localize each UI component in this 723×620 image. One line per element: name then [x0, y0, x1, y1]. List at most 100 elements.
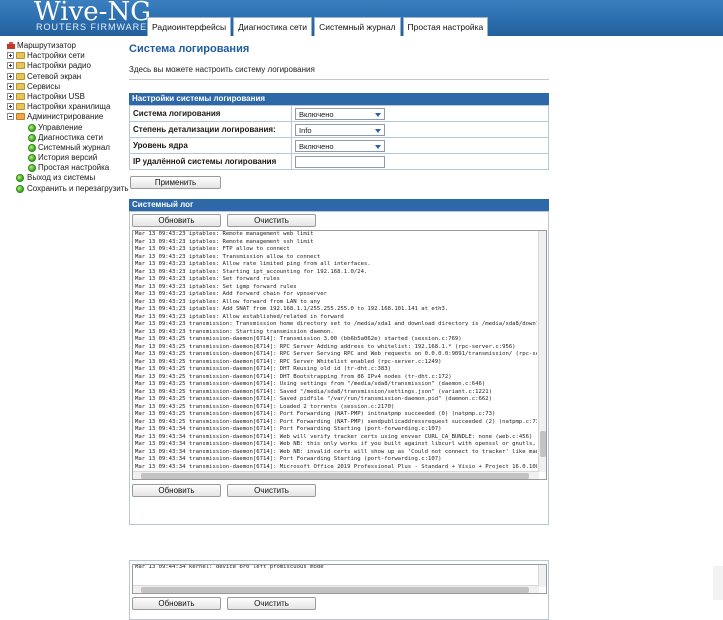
- syslog-textarea[interactable]: Mar 13 09:43:23 iptables: Remote managem…: [132, 230, 547, 480]
- scrollbar-thumb[interactable]: [141, 587, 529, 593]
- sidebar-item-label: Настройки USB: [27, 91, 85, 101]
- page-icon: [28, 123, 36, 132]
- logging-system-select[interactable]: Включено: [295, 107, 385, 120]
- top-tabs: Радиоинтерфейсы Диагностика сети Системн…: [147, 17, 489, 36]
- sidebar-item-label: Диагностика сети: [38, 132, 103, 142]
- log-lines: Mar 13 09:44:34 kernel: device br0 left …: [135, 564, 537, 574]
- sidebar-item-version-history[interactable]: История версий: [4, 153, 124, 163]
- sidebar-item-save-reboot[interactable]: Сохранить и перезагрузить: [4, 184, 129, 194]
- table-row: Степень детализации логирования: Info: [129, 121, 549, 138]
- log-line: Mar 13 09:43:23 iptables: Allow forward …: [135, 298, 321, 305]
- log-line: Mar 13 09:43:34 transmission-daemon[6714…: [135, 426, 442, 432]
- page-icon: [16, 174, 24, 183]
- log-line: Mar 13 09:43:23 iptables: Allow rate lim…: [135, 261, 371, 267]
- syslog-frame-duplicate: Mar 13 09:44:34 kernel: device br0 left …: [129, 560, 549, 620]
- clear-button-duplicate[interactable]: Очистить: [227, 597, 316, 610]
- table-row: IP удалённой системы логирования: [129, 153, 549, 170]
- sidebar-item-radio-settings[interactable]: Настройки радио: [4, 61, 124, 71]
- sidebar-item-network-diagnostics[interactable]: Диагностика сети: [4, 133, 124, 143]
- log-line: Mar 13 09:43:23 iptables: Remote managem…: [135, 238, 314, 245]
- log-line: Mar 13 09:43:23 iptables: Add SNAT from …: [135, 306, 449, 312]
- dropdown-arrow-icon: [375, 128, 381, 133]
- sidebar-item-storage-settings[interactable]: Настройки хранилища: [4, 102, 124, 112]
- setting-label: IP удалённой системы логирования: [129, 153, 292, 170]
- sidebar-item-label: Настройки сети: [27, 51, 85, 61]
- horizontal-scrollbar[interactable]: [133, 471, 539, 479]
- sidebar-item-simple-setup[interactable]: Простая настройка: [4, 163, 124, 173]
- dropdown-arrow-icon: [375, 144, 381, 149]
- log-detail-level-select[interactable]: Info: [295, 123, 385, 136]
- sidebar-item-usb-settings[interactable]: Настройки USB: [4, 92, 124, 102]
- refresh-button[interactable]: Обновить: [132, 214, 221, 227]
- page-scrollbar[interactable]: [713, 566, 723, 600]
- apply-button[interactable]: Применить: [130, 176, 221, 189]
- collapse-icon[interactable]: [7, 113, 14, 121]
- expand-icon[interactable]: [7, 52, 14, 60]
- tab-simple-setup[interactable]: Простая настройка: [402, 17, 489, 36]
- clear-button[interactable]: Очистить: [227, 214, 316, 227]
- dropdown-arrow-icon: [375, 112, 381, 117]
- header-bar: Wive-NG ROUTERS FIRMWARE Радиоинтерфейсы…: [0, 0, 723, 36]
- router-icon: [7, 42, 15, 49]
- refresh-button-duplicate[interactable]: Обновить: [132, 597, 221, 610]
- log-line: Mar 13 09:43:34 transmission-daemon[6714…: [135, 433, 533, 440]
- sidebar-item-system-log[interactable]: Системный журнал: [4, 143, 124, 153]
- horizontal-scrollbar[interactable]: [133, 585, 539, 593]
- sidebar-item-label: Управление: [38, 122, 83, 132]
- folder-icon: [16, 92, 25, 100]
- tab-network-diagnostics[interactable]: Диагностика сети: [233, 17, 313, 36]
- log-line: Mar 13 09:43:34 transmission-daemon[6714…: [135, 463, 537, 470]
- setting-label: Система логирования: [129, 105, 292, 122]
- log-line: Mar 13 09:44:34 kernel: device br0 left …: [135, 564, 324, 570]
- sidebar-item-services[interactable]: Сервисы: [4, 82, 124, 92]
- sidebar-item-label: Системный журнал: [38, 142, 110, 152]
- log-line: Mar 13 09:43:25 transmission-daemon[6714…: [135, 343, 516, 350]
- sidebar-item-label: История версий: [38, 153, 98, 163]
- syslog-frame: Обновить Очистить Mar 13 09:43:23 iptabl…: [129, 211, 549, 525]
- log-line: Mar 13 09:43:25 transmission-daemon[6714…: [135, 373, 452, 380]
- log-line: Mar 13 09:43:34 transmission-daemon[6714…: [135, 448, 537, 455]
- vertical-scrollbar[interactable]: [538, 565, 546, 587]
- remote-log-ip-input[interactable]: [295, 155, 385, 168]
- expand-icon[interactable]: [7, 62, 14, 70]
- refresh-button-bottom[interactable]: Обновить: [132, 484, 221, 497]
- sidebar-item-management[interactable]: Управление: [4, 123, 124, 133]
- log-line: Mar 13 09:43:23 iptables: Allow establis…: [135, 313, 344, 320]
- log-line: Mar 13 09:43:25 transmission-daemon[6714…: [135, 358, 442, 365]
- clear-button-bottom[interactable]: Очистить: [227, 484, 316, 497]
- log-line: Mar 13 09:43:23 iptables: Set forward ru…: [135, 276, 280, 282]
- tab-radio-interfaces[interactable]: Радиоинтерфейсы: [147, 17, 232, 36]
- log-line: Mar 13 09:43:23 iptables: Starting ipt_a…: [135, 268, 368, 275]
- sidebar-item-firewall[interactable]: Сетевой экран: [4, 72, 124, 82]
- table-row: Уровень ядра Включено: [129, 137, 549, 154]
- vertical-scrollbar[interactable]: [538, 231, 546, 472]
- log-line: Mar 13 09:43:23 transmission: Starting t…: [135, 328, 334, 335]
- settings-panel-header: Настройки системы логирования: [129, 93, 549, 105]
- expand-icon[interactable]: [7, 92, 14, 100]
- sidebar-item-label: Простая настройка: [38, 163, 110, 173]
- log-line: Mar 13 09:43:34 transmission-daemon[6714…: [135, 456, 442, 462]
- table-row: Система логирования Включено: [129, 105, 549, 122]
- sidebar-item-administration[interactable]: Администрирование: [4, 112, 124, 122]
- sidebar-item-label: Сохранить и перезагрузить: [27, 183, 129, 193]
- kernel-level-select[interactable]: Включено: [295, 139, 385, 152]
- log-line: Mar 13 09:43:23 iptables: Add forward ch…: [135, 291, 327, 297]
- setting-label: Степень детализации логирования:: [129, 121, 292, 138]
- sidebar-item-network-settings[interactable]: Настройки сети: [4, 51, 124, 61]
- expand-icon[interactable]: [7, 82, 14, 90]
- expand-icon[interactable]: [7, 103, 14, 111]
- log-line: Mar 13 09:43:23 iptables: FTP allow to c…: [135, 246, 290, 252]
- folder-icon: [16, 72, 25, 80]
- log-line: Mar 13 09:43:23 iptables: Set igmp forwa…: [135, 283, 297, 290]
- tab-system-log[interactable]: Системный журнал: [314, 17, 401, 36]
- expand-icon[interactable]: [7, 72, 14, 80]
- page-icon: [28, 164, 36, 173]
- scrollbar-thumb[interactable]: [141, 473, 529, 479]
- sidebar-item-router[interactable]: Маршрутизатор: [4, 41, 124, 51]
- syslog-textarea-duplicate[interactable]: Mar 13 09:44:34 kernel: device br0 left …: [132, 564, 547, 594]
- page-icon: [28, 154, 36, 163]
- scrollbar-thumb[interactable]: [540, 431, 546, 457]
- sidebar-item-label: Администрирование: [27, 112, 104, 122]
- page-title: Система логирования: [129, 43, 250, 55]
- sidebar-item-logout[interactable]: Выход из системы: [4, 173, 124, 183]
